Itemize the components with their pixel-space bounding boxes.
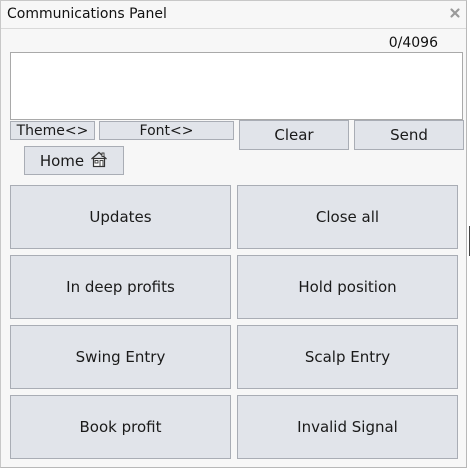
close-all-button[interactable]: Close all: [237, 185, 458, 249]
updates-button[interactable]: Updates: [10, 185, 231, 249]
character-counter: 0/4096: [388, 35, 438, 51]
clear-button[interactable]: Clear: [239, 120, 349, 150]
theme-toggle-button[interactable]: Theme<>: [10, 121, 95, 140]
swing-entry-button[interactable]: Swing Entry: [10, 325, 231, 389]
communications-panel: Communications Panel 0/4096 Theme<> Font…: [0, 0, 467, 468]
panel-title: Communications Panel: [7, 6, 167, 22]
message-input[interactable]: [10, 52, 463, 120]
home-button[interactable]: Home: [24, 146, 124, 175]
home-button-label: Home: [39, 151, 85, 170]
book-profit-button[interactable]: Book profit: [10, 395, 231, 459]
home-icon: [90, 150, 108, 172]
in-deep-profits-button[interactable]: In deep profits: [10, 255, 231, 319]
title-bar: Communications Panel: [1, 1, 466, 29]
close-icon[interactable]: [448, 5, 462, 19]
invalid-signal-button[interactable]: Invalid Signal: [237, 395, 458, 459]
font-toggle-button[interactable]: Font<>: [99, 121, 234, 140]
hold-position-button[interactable]: Hold position: [237, 255, 458, 319]
scalp-entry-button[interactable]: Scalp Entry: [237, 325, 458, 389]
send-button[interactable]: Send: [354, 120, 464, 150]
